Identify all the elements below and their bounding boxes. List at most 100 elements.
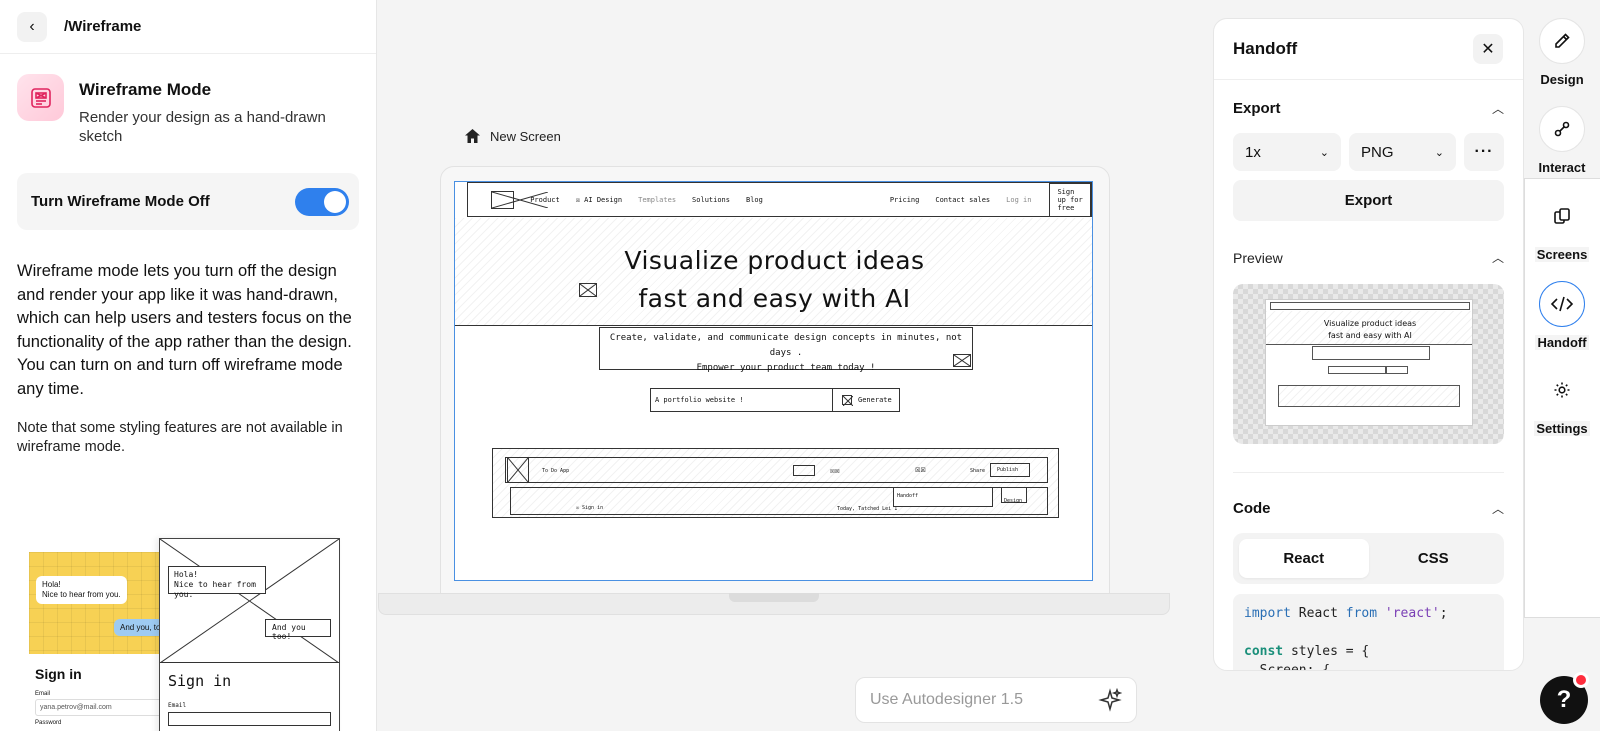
device-icons: ☒☒ (830, 466, 840, 475)
generate-icon (842, 395, 853, 406)
nav-item-blog[interactable]: Blog (746, 196, 763, 204)
preview-section-header[interactable]: Preview ︿ (1214, 249, 1523, 266)
device-today: Today, Tatched Lei 1 (837, 506, 898, 512)
prompt-input-sketch[interactable]: A portfolio website ! (650, 388, 833, 412)
wireframe-panel: ‹ /Wireframe Wireframe Mode Render your … (0, 0, 377, 731)
hero-subtitle-box: Create, validate, and communicate design… (599, 327, 973, 373)
wireframe-description: Wireframe mode lets you turn off the des… (0, 260, 376, 402)
chevron-up-icon: ︿ (1491, 251, 1504, 265)
export-section-header[interactable]: Export ︿ (1214, 100, 1523, 117)
device-mockup-sketch: To Do App ☒☒ ☒☒ Share Publish ☒ Sign in … (492, 448, 1059, 518)
wireframe-example: Hola! Nice to hear from you. And you, to… (29, 538, 349, 731)
device-share: Share (970, 468, 986, 474)
nav-item-login[interactable]: Log in (1006, 196, 1031, 204)
notification-badge (1573, 672, 1589, 688)
preview-image: Visualize product ideas fast and easy wi… (1233, 284, 1504, 444)
sketch-image-placeholder (159, 538, 340, 664)
handoff-header: Handoff ✕ (1214, 19, 1523, 80)
rail-settings[interactable]: Settings (1524, 367, 1600, 436)
sketch-bubble: Hola! Nice to hear from you. (168, 566, 266, 599)
pencil-icon (1539, 18, 1585, 64)
wireframe-toggle-row: Turn Wireframe Mode Off (17, 173, 359, 230)
code-tabs: React CSS (1233, 533, 1504, 584)
sketch-bubble: And you too! (265, 619, 331, 641)
scale-select[interactable]: 1x ⌄ (1233, 133, 1341, 171)
export-title: Export (1233, 100, 1281, 117)
rail-screens[interactable]: Screens (1524, 193, 1600, 262)
device-content-sketch: ☒ Sign in Today, Tatched Lei 1 Handoff D… (510, 487, 1048, 515)
sketch-email-label: Email (168, 702, 187, 709)
hero-subtitle-line1: Create, validate, and communicate design… (609, 333, 963, 358)
device-handoff: Handoff (893, 487, 993, 507)
generate-button-sketch[interactable]: Generate (832, 388, 900, 412)
screens-icon (1539, 193, 1585, 239)
tab-css[interactable]: CSS (1369, 539, 1499, 578)
close-icon: ✕ (1481, 41, 1495, 58)
chevron-down-icon: ⌄ (1434, 146, 1444, 159)
autodesigner-placeholder: Use Autodesigner 1.5 (870, 691, 1023, 708)
breadcrumb: /Wireframe (64, 18, 142, 35)
rail-design[interactable]: Design (1524, 18, 1600, 87)
nav-item-ai-design[interactable]: ☒ AI Design (576, 196, 622, 204)
rail-label: Settings (1534, 421, 1590, 436)
nav-item-contact-sales[interactable]: Contact sales (935, 196, 990, 204)
autodesigner-input[interactable]: Use Autodesigner 1.5 (855, 677, 1137, 723)
laptop-notch (729, 593, 819, 602)
wireframe-icon (17, 74, 64, 121)
export-options: 1x ⌄ PNG ⌄ ··· (1214, 133, 1523, 171)
wireframe-toggle[interactable] (295, 187, 349, 216)
hero-title-line2: fast and easy with AI (638, 284, 911, 313)
device-design: Design (1001, 487, 1027, 504)
panel-topbar: ‹ /Wireframe (0, 0, 376, 54)
rail-label: Screens (1534, 247, 1590, 262)
wireframe-mode-header: Wireframe Mode Render your design as a h… (0, 54, 376, 146)
screen-name: New Screen (490, 128, 561, 144)
code-title: Code (1233, 500, 1271, 517)
divider (1233, 472, 1504, 473)
code-section-header[interactable]: Code ︿ (1214, 500, 1523, 517)
device-toolbar-sketch: To Do App ☒☒ ☒☒ Share Publish (505, 457, 1048, 483)
nav-item-pricing[interactable]: Pricing (890, 196, 920, 204)
device-publish: Publish (990, 463, 1030, 477)
rail-label: Handoff (1535, 335, 1589, 350)
wireframe-note: Note that some styling features are not … (17, 419, 343, 455)
nav-item-solutions[interactable]: Solutions (692, 196, 730, 204)
code-block[interactable]: import React from 'react'; const styles … (1233, 594, 1504, 670)
nav-logo-placeholder (491, 190, 548, 209)
back-button[interactable]: ‹ (17, 11, 47, 42)
chevron-up-icon: ︿ (1491, 102, 1504, 116)
screen-label[interactable]: New Screen (464, 128, 561, 144)
nav-item-templates[interactable]: Templates (638, 196, 676, 204)
device-app-title: To Do App (542, 468, 570, 474)
wireframe-mode-subtitle: Render your design as a hand-drawn sketc… (79, 109, 326, 145)
close-button[interactable]: ✕ (1473, 34, 1503, 64)
screen-frame[interactable]: Product ☒ AI Design Templates Solutions … (454, 181, 1093, 581)
rail-interact[interactable]: Interact (1524, 106, 1600, 175)
device-icons: ☒☒ (915, 465, 926, 475)
rail-label: Interact (1536, 160, 1588, 175)
chevron-up-icon: ︿ (1491, 502, 1504, 516)
description-paragraph-1: Wireframe mode lets you turn off the des… (17, 262, 352, 351)
wireframe-nav: Product ☒ AI Design Templates Solutions … (467, 182, 1092, 217)
handoff-title: Handoff (1233, 39, 1298, 58)
chevron-down-icon: ⌄ (1319, 146, 1329, 159)
sparkle-icon[interactable] (1098, 688, 1122, 712)
description-paragraph-2: You can turn on and turn off wireframe m… (17, 356, 343, 398)
more-options-button[interactable]: ··· (1464, 133, 1504, 171)
rail-handoff[interactable]: Handoff (1524, 281, 1600, 350)
example-bubble: Hola! Nice to hear from you. (36, 576, 127, 604)
design-canvas[interactable]: New Screen Product ☒ AI Design Templates… (378, 0, 1198, 731)
tab-react[interactable]: React (1239, 539, 1369, 578)
image-placeholder (953, 354, 971, 367)
home-icon (465, 129, 480, 143)
wireframe-hero: Visualize product ideas fast and easy wi… (455, 218, 1092, 326)
nav-signup-button[interactable]: Sign up for free (1049, 182, 1091, 217)
device-sign-in: ☒ Sign in (576, 505, 604, 511)
preview-title: Preview (1233, 249, 1283, 266)
format-select[interactable]: PNG ⌄ (1349, 133, 1456, 171)
export-button[interactable]: Export (1233, 180, 1504, 221)
more-icon: ··· (1474, 143, 1494, 160)
gear-icon (1539, 367, 1585, 413)
hero-title-line1: Visualize product ideas (624, 246, 925, 275)
toggle-label: Turn Wireframe Mode Off (31, 193, 210, 210)
